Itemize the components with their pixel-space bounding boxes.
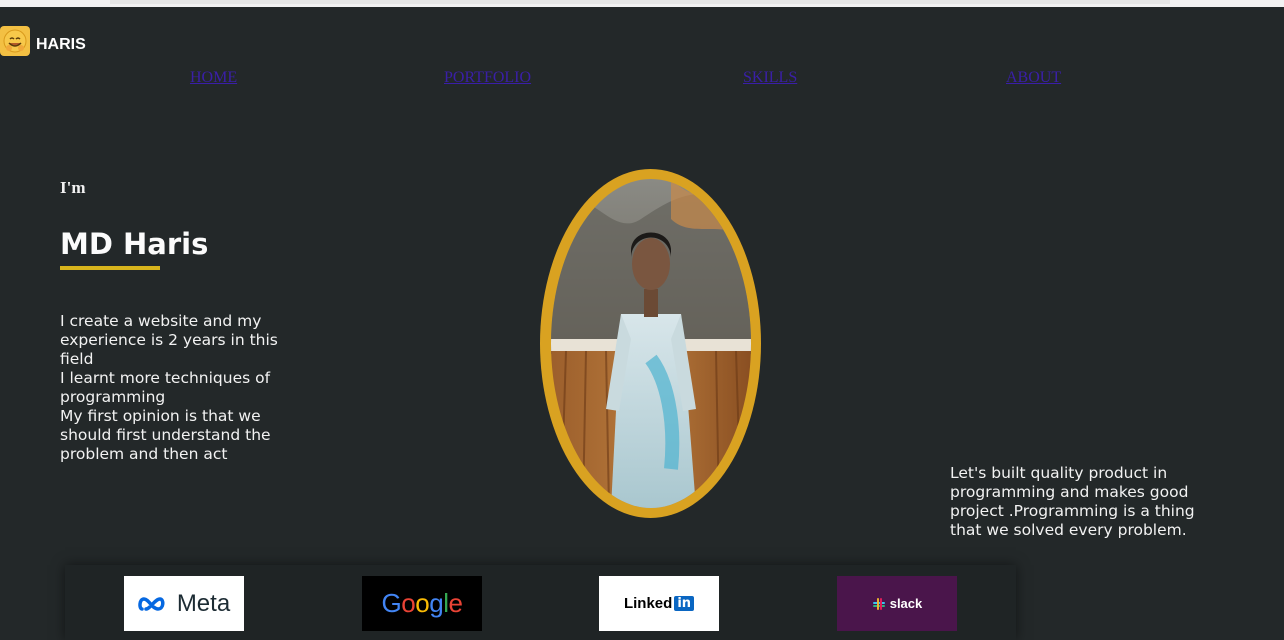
brand-title: HARIS (36, 36, 86, 53)
google-letter: e (448, 588, 463, 618)
slack-hash-icon (872, 597, 885, 610)
nav-skills-link[interactable]: SKILLS (743, 69, 797, 87)
bio-line: experience is 2 years in this (60, 331, 278, 349)
bio-line: problem and then act (60, 445, 228, 463)
bio-line: should first understand the (60, 426, 271, 444)
meta-logo: Meta (124, 576, 244, 631)
tagline-line: Let's built quality product in (950, 464, 1168, 482)
bio-line: field (60, 350, 94, 368)
linkedin-logo: Linked in (599, 576, 719, 631)
tagline-text: Let's built quality product in programmi… (950, 464, 1220, 540)
bio-text: I create a website and my experience is … (60, 312, 300, 464)
linkedin-logo-text: Linked (623, 595, 673, 612)
bio-line: programming (60, 388, 166, 406)
linkedin-in-badge: in (674, 596, 695, 611)
bio-line: I learnt more techniques of (60, 369, 271, 387)
name-underline (60, 266, 160, 270)
bio-line: My first opinion is that we (60, 407, 261, 425)
brand[interactable]: HARIS (0, 26, 86, 56)
profile-photo (551, 179, 751, 508)
client-logos-strip: Meta Google Linked in slack (65, 565, 1016, 640)
bio-line: I create a website and my (60, 312, 262, 330)
tagline-line: project .Programming is a thing (950, 502, 1195, 520)
google-letter: o (415, 588, 430, 618)
google-letter: o (401, 588, 416, 618)
meta-logo-text: Meta (176, 589, 231, 617)
tagline-line: programming and makes good (950, 483, 1189, 501)
intro-text: I'm (60, 178, 86, 197)
google-letter: g (429, 588, 444, 618)
meta-infinity-icon (138, 596, 165, 611)
nav-portfolio-link[interactable]: PORTFOLIO (444, 69, 531, 87)
google-letter: G (381, 588, 402, 618)
slack-logo: slack (837, 576, 957, 631)
tagline-line: that we solved every problem. (950, 521, 1187, 539)
browser-top-strip-inner (110, 0, 1170, 4)
browser-top-strip (0, 0, 1284, 7)
google-logo: Google (362, 576, 482, 631)
slack-logo-text: slack (889, 596, 923, 611)
hero-name: MD Haris (60, 227, 209, 261)
nav-home-link[interactable]: HOME (190, 69, 237, 87)
nav-about-link[interactable]: ABOUT (1006, 69, 1061, 87)
smiling-face-icon (0, 26, 30, 56)
